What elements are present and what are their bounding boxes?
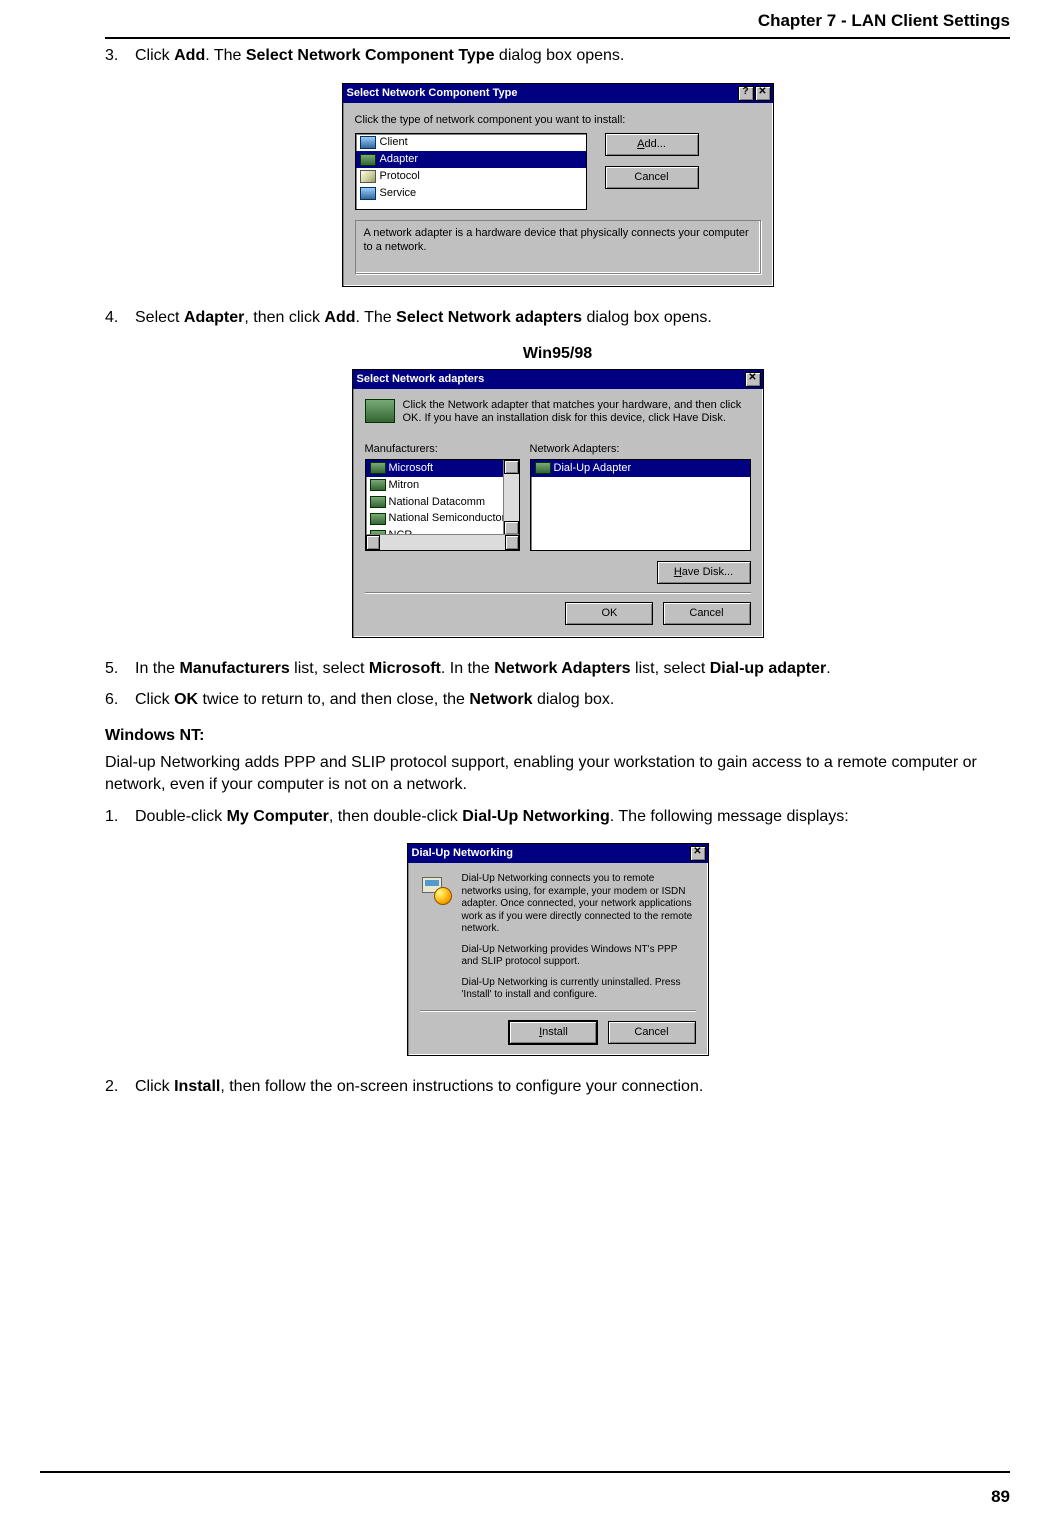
step-number: 5. (105, 658, 135, 680)
mfg-icon (370, 462, 386, 474)
step-number: 2. (105, 1076, 135, 1098)
mfg-icon (370, 513, 386, 525)
list-item-dialup-adapter[interactable]: Dial-Up Adapter (531, 460, 750, 477)
step-number: 4. (105, 307, 135, 329)
step-number: 1. (105, 806, 135, 828)
network-adapters-label: Network Adapters: (530, 442, 751, 457)
component-description: A network adapter is a hardware device t… (355, 220, 761, 274)
dialog-prompt: Click the type of network component you … (355, 113, 761, 128)
dialog-title: Dial-Up Networking (412, 846, 513, 861)
cancel-button[interactable]: Cancel (663, 602, 751, 625)
page-number: 89 (991, 1486, 1010, 1509)
step-4: 4. Select Adapter, then click Add. The S… (105, 307, 1010, 329)
step-number: 3. (105, 45, 135, 67)
list-item-national-datacomm[interactable]: National Datacomm (366, 494, 519, 511)
install-button[interactable]: Install (508, 1020, 598, 1045)
windows-nt-heading: Windows NT: (105, 725, 1010, 747)
list-item-client[interactable]: Client (356, 134, 586, 151)
nt-step-2: 2. Click Install, then follow the on-scr… (105, 1076, 1010, 1098)
windows-nt-paragraph: Dial-up Networking adds PPP and SLIP pro… (105, 752, 1010, 795)
adapter-big-icon (365, 399, 395, 423)
list-item-mitron[interactable]: Mitron (366, 477, 519, 494)
scrollbar-vertical[interactable] (503, 460, 519, 535)
step-text: Click Add. The Select Network Component … (135, 45, 1010, 67)
dial-up-networking-icon (420, 873, 454, 907)
help-button[interactable]: ? (738, 86, 754, 101)
step-text: Click Install, then follow the on-screen… (135, 1076, 1010, 1098)
add-button[interactable]: Add... (605, 133, 699, 156)
close-button[interactable]: ✕ (690, 846, 706, 861)
step-5: 5. In the Manufacturers list, select Mic… (105, 658, 1010, 680)
list-item-service[interactable]: Service (356, 185, 586, 202)
list-item-adapter[interactable]: Adapter (356, 151, 586, 168)
titlebar: Select Network adapters ✕ (353, 370, 763, 389)
step-text: In the Manufacturers list, select Micros… (135, 658, 1010, 680)
cancel-button[interactable]: Cancel (605, 166, 699, 189)
titlebar: Dial-Up Networking ✕ (408, 844, 708, 863)
message-p3: Dial-Up Networking is currently uninstal… (462, 977, 696, 1002)
step-6: 6. Click OK twice to return to, and then… (105, 689, 1010, 711)
protocol-icon (360, 170, 376, 183)
close-button[interactable]: ✕ (745, 372, 761, 387)
service-icon (360, 187, 376, 200)
dialog-select-network-component-type: Select Network Component Type ? ✕ Click … (342, 83, 774, 288)
mfg-icon (370, 496, 386, 508)
dialog-select-network-adapters: Select Network adapters ✕ Click the Netw… (352, 369, 764, 638)
component-type-list[interactable]: Client Adapter Protocol Service (355, 133, 587, 210)
message-p1: Dial-Up Networking connects you to remot… (462, 873, 696, 936)
adapter-icon (360, 154, 376, 166)
separator (365, 592, 751, 594)
have-disk-button[interactable]: Have Disk... (657, 561, 751, 584)
dialog-dial-up-networking: Dial-Up Networking ✕ Dial-Up Networking … (407, 843, 709, 1055)
cancel-button[interactable]: Cancel (608, 1021, 696, 1044)
list-item-microsoft[interactable]: Microsoft (366, 460, 519, 477)
dialog-title: Select Network adapters (357, 372, 485, 387)
client-icon (360, 136, 376, 149)
mfg-icon (370, 479, 386, 491)
list-item-protocol[interactable]: Protocol (356, 168, 586, 185)
figure-caption: Win95/98 (105, 343, 1010, 365)
message-p2: Dial-Up Networking provides Windows NT's… (462, 944, 696, 969)
dialog-title: Select Network Component Type (347, 86, 518, 101)
chapter-title: Chapter 7 - LAN Client Settings (105, 10, 1010, 37)
step-3: 3. Click Add. The Select Network Compone… (105, 45, 1010, 67)
nt-step-1: 1. Double-click My Computer, then double… (105, 806, 1010, 828)
step-text: Click OK twice to return to, and then cl… (135, 689, 1010, 711)
dialog-prompt: Click the Network adapter that matches y… (403, 399, 751, 427)
titlebar: Select Network Component Type ? ✕ (343, 84, 773, 103)
manufacturers-label: Manufacturers: (365, 442, 520, 457)
scrollbar-horizontal[interactable] (366, 534, 519, 550)
separator (420, 1010, 696, 1012)
step-number: 6. (105, 689, 135, 711)
list-item-national-semiconductor[interactable]: National Semiconductor (366, 510, 519, 527)
close-button[interactable]: ✕ (755, 86, 771, 101)
network-adapters-list[interactable]: Dial-Up Adapter (530, 459, 751, 551)
adapter-icon (535, 462, 551, 474)
manufacturers-list[interactable]: Microsoft Mitron National Datacomm Natio… (365, 459, 520, 551)
bottom-rule (40, 1471, 1010, 1473)
top-rule (105, 37, 1010, 39)
step-text: Double-click My Computer, then double-cl… (135, 806, 1010, 828)
ok-button[interactable]: OK (565, 602, 653, 625)
step-text: Select Adapter, then click Add. The Sele… (135, 307, 1010, 329)
